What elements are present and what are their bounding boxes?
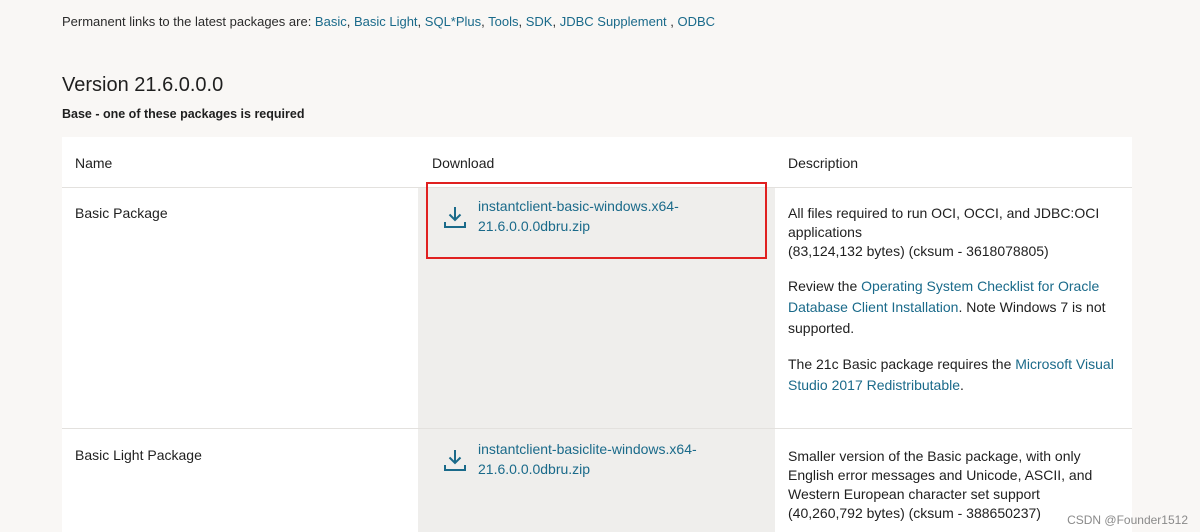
description-basic-light-line1: Smaller version of the Basic package, wi… xyxy=(788,448,1081,464)
download-row-basic-light[interactable]: instantclient-basiclite-windows.x64- 21.… xyxy=(442,439,708,479)
watermark: CSDN @Founder1512 xyxy=(1067,513,1188,527)
header-description: Description xyxy=(788,155,859,171)
packages-table: Name Download Description Basic Package … xyxy=(62,137,1132,532)
download-icon[interactable] xyxy=(442,447,468,473)
description-basic-light-size: (40,260,792 bytes) (cksum - 388650237) xyxy=(788,505,1041,521)
permalink-jdbc-supplement[interactable]: JDBC Supplement xyxy=(560,14,667,29)
description-basic-size: (83,124,132 bytes) (cksum - 3618078805) xyxy=(788,243,1049,259)
description-basic-light-line3: Western European character set support xyxy=(788,486,1040,502)
description-basic-line2: applications xyxy=(788,224,862,240)
description-basic-checklist: Review the Operating System Checklist fo… xyxy=(788,276,1118,339)
header-name: Name xyxy=(75,155,113,171)
description-basic-light-line2: English error messages and Unicode, ASCI… xyxy=(788,467,1093,483)
description-basic-line1: All files required to run OCI, OCCI, and… xyxy=(788,205,1100,221)
checklist-prefix: Review the xyxy=(788,278,862,294)
permalink-sdk[interactable]: SDK xyxy=(526,14,553,29)
description-basic-redist: The 21c Basic package requires the Micro… xyxy=(788,354,1118,396)
description-basic-light-summary: Smaller version of the Basic package, wi… xyxy=(788,447,1118,523)
version-title: Version 21.6.0.0.0 xyxy=(62,74,224,96)
highlight-box xyxy=(426,182,767,259)
row-divider xyxy=(62,428,1132,429)
description-basic-summary: All files required to run OCI, OCCI, and… xyxy=(788,204,1118,261)
page: Permanent links to the latest packages a… xyxy=(0,0,1200,532)
permalinks-bar: Permanent links to the latest packages a… xyxy=(62,14,716,29)
permalink-tools[interactable]: Tools xyxy=(488,14,518,29)
redist-prefix: The 21c Basic package requires the xyxy=(788,356,1016,372)
row-name-basic: Basic Package xyxy=(75,205,168,221)
permalinks-prefix: Permanent links to the latest packages a… xyxy=(62,14,315,29)
permalink-basic-light[interactable]: Basic Light xyxy=(354,14,418,29)
description-basic: All files required to run OCI, OCCI, and… xyxy=(788,204,1118,411)
download-link-basic-light-line1: instantclient-basiclite-windows.x64- xyxy=(478,441,697,457)
row-name-basic-light: Basic Light Package xyxy=(75,447,202,463)
header-download: Download xyxy=(432,155,495,171)
download-link-basic-light[interactable]: instantclient-basiclite-windows.x64- 21.… xyxy=(478,439,708,479)
permalink-odbc[interactable]: ODBC xyxy=(678,14,716,29)
base-note: Base - one of these packages is required xyxy=(62,107,305,121)
permalink-basic[interactable]: Basic xyxy=(315,14,347,29)
download-link-basic-light-line2: 21.6.0.0.0dbru.zip xyxy=(478,461,591,477)
permalink-sqlplus[interactable]: SQL*Plus xyxy=(425,14,481,29)
redist-suffix: . xyxy=(960,377,964,393)
